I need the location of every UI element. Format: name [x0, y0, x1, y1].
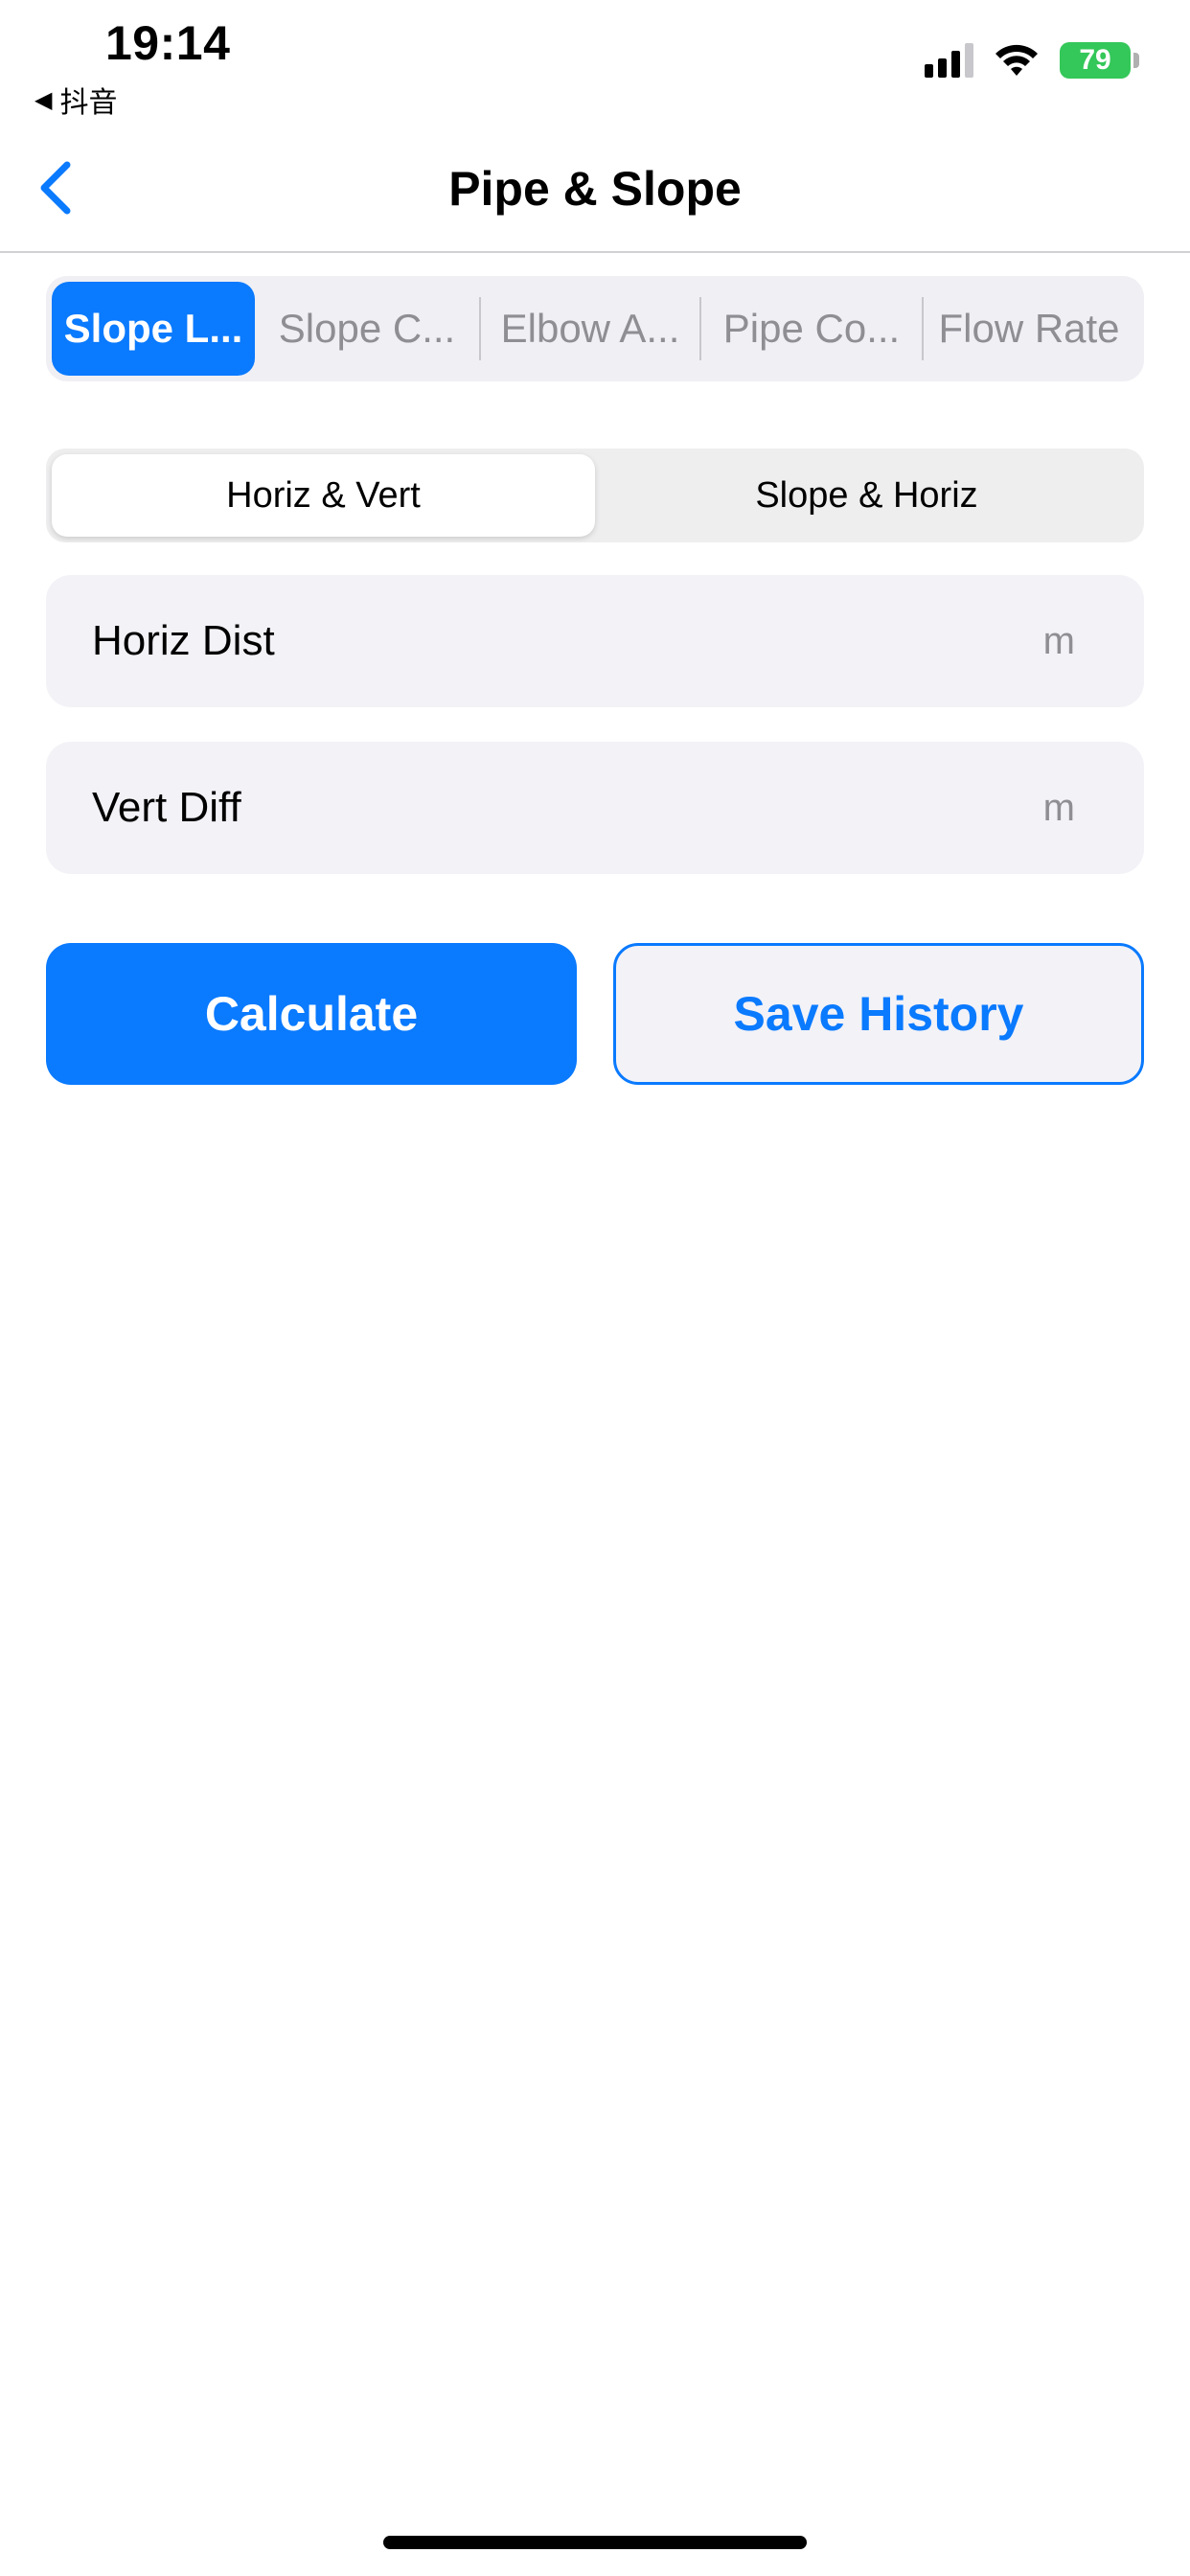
battery-icon: 79: [1060, 42, 1139, 79]
vert-diff-unit: m: [1042, 786, 1075, 829]
tab-flow-rate[interactable]: Flow Rate: [924, 282, 1134, 376]
page-title: Pipe & Slope: [448, 162, 742, 216]
save-history-button[interactable]: Save History: [613, 943, 1144, 1085]
home-indicator[interactable]: [383, 2536, 807, 2549]
wifi-icon: [995, 44, 1038, 76]
mode-slope-horiz[interactable]: Slope & Horiz: [595, 454, 1138, 537]
vert-diff-input[interactable]: [240, 742, 1043, 874]
tab-elbow-angle[interactable]: Elbow A...: [481, 282, 699, 376]
back-to-app-link[interactable]: ◀ 抖音: [34, 79, 117, 121]
status-bar: 19:14 ◀ 抖音 79: [0, 0, 1190, 125]
category-tabs: Slope L... Slope C... Elbow A... Pipe Co…: [46, 276, 1144, 381]
horiz-dist-input[interactable]: [274, 575, 1043, 707]
calculate-button[interactable]: Calculate: [46, 943, 577, 1085]
navigation-bar: Pipe & Slope: [0, 125, 1190, 253]
status-indicators: 79: [925, 42, 1139, 79]
tab-slope-length[interactable]: Slope L...: [52, 282, 255, 376]
vert-diff-label: Vert Diff: [92, 784, 241, 831]
cellular-signal-icon: [925, 43, 973, 78]
status-time: 19:14: [105, 16, 231, 70]
mode-horiz-vert[interactable]: Horiz & Vert: [52, 454, 595, 537]
mode-segmented-control: Horiz & Vert Slope & Horiz: [46, 448, 1144, 542]
back-app-label: 抖音: [59, 87, 118, 119]
tab-pipe-conversion[interactable]: Pipe Co...: [701, 282, 922, 376]
vert-diff-field[interactable]: Vert Diff m: [46, 742, 1144, 874]
horiz-dist-field[interactable]: Horiz Dist m: [46, 575, 1144, 707]
back-triangle-icon: ◀: [34, 86, 53, 113]
battery-level: 79: [1079, 44, 1111, 76]
horiz-dist-label: Horiz Dist: [92, 617, 275, 664]
horiz-dist-unit: m: [1042, 619, 1075, 662]
tab-slope-calc[interactable]: Slope C...: [255, 282, 479, 376]
